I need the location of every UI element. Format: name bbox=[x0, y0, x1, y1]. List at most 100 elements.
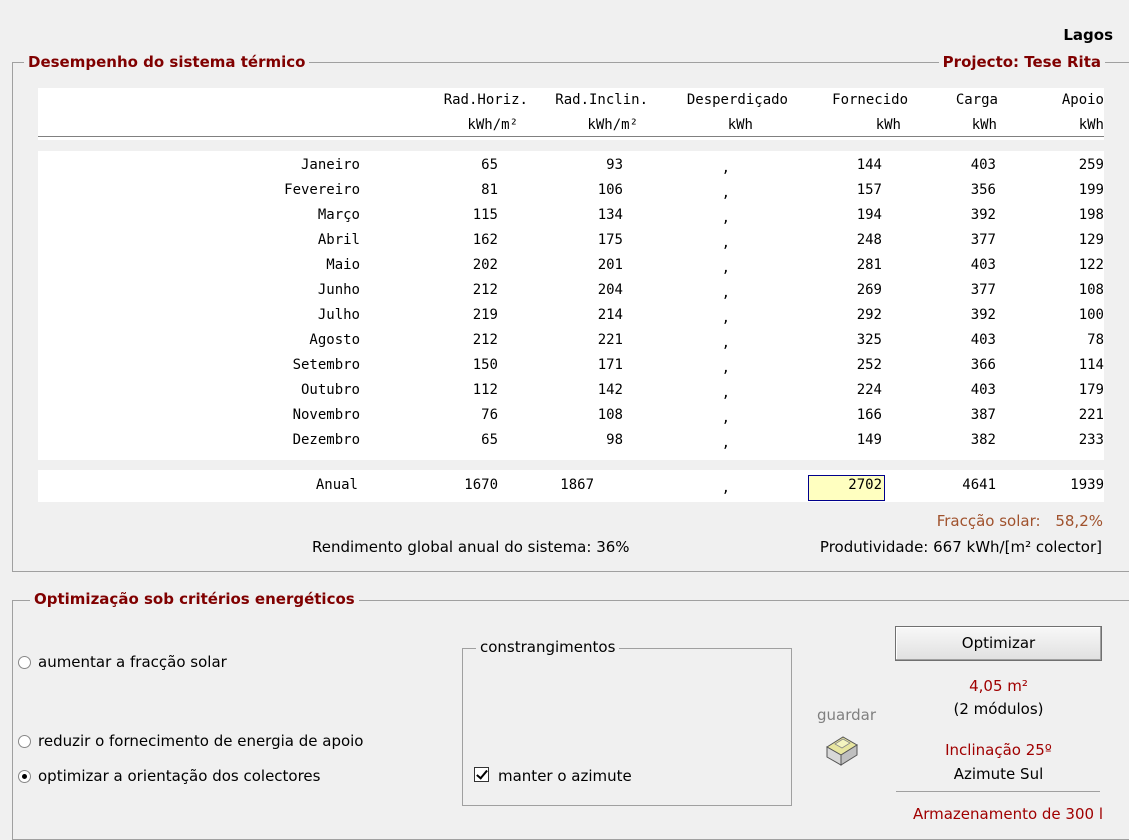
radio-reduce-backup[interactable] bbox=[18, 735, 31, 748]
cell-rad-inclin: 201 bbox=[597, 257, 623, 273]
save-label: guardar bbox=[817, 706, 877, 724]
cell-rad-inclin: 221 bbox=[597, 332, 623, 348]
unit-rad-horiz: kWh/m² bbox=[467, 117, 518, 133]
table-row: Dezembro 65 98, 149 382 233 bbox=[38, 430, 1104, 455]
option-optimize-orientation[interactable]: optimizar a orientação dos colectores bbox=[38, 767, 320, 785]
cell-wasted: , bbox=[721, 410, 730, 426]
cell-backup: 108 bbox=[1078, 282, 1104, 298]
radio-optimize-orientation[interactable] bbox=[18, 770, 31, 783]
month-label: Dezembro bbox=[292, 432, 360, 448]
table-row: Novembro 76 108, 166 387 221 bbox=[38, 405, 1104, 430]
table-row: Fevereiro 81 106, 157 356 199 bbox=[38, 180, 1104, 205]
performance-title: Desempenho do sistema térmico bbox=[24, 53, 310, 71]
cell-wasted: , bbox=[721, 360, 730, 376]
optimization-title: Optimização sob critérios energéticos bbox=[30, 590, 359, 608]
table-row: Junho 212 204, 269 377 108 bbox=[38, 280, 1104, 305]
cell-rad-horiz: 81 bbox=[481, 182, 498, 198]
cell-supplied: 166 bbox=[856, 407, 882, 423]
month-label: Outubro bbox=[300, 382, 360, 398]
azimuth: Azimute Sul bbox=[953, 765, 1044, 783]
cell-backup: 221 bbox=[1078, 407, 1104, 423]
annual-label: Anual bbox=[315, 477, 358, 493]
cell-backup: 100 bbox=[1078, 307, 1104, 323]
cell-wasted: , bbox=[721, 285, 730, 301]
cell-backup: 259 bbox=[1078, 157, 1104, 173]
cell-rad-inclin: 98 bbox=[606, 432, 623, 448]
cell-backup: 78 bbox=[1087, 332, 1104, 348]
monthly-table: Janeiro 65 93, 144 403 259 Fevereiro 81 106, 157 3… bbox=[38, 151, 1104, 460]
cell-rad-horiz: 65 bbox=[481, 432, 498, 448]
keep-azimuth-label[interactable]: manter o azimute bbox=[498, 767, 632, 785]
cell-rad-horiz: 202 bbox=[472, 257, 498, 273]
cell-wasted: , bbox=[721, 335, 730, 351]
cell-rad-inclin: 93 bbox=[606, 157, 623, 173]
cell-wasted: , bbox=[721, 235, 730, 251]
productivity: Produtividade: 667 kWh/[m² colector] bbox=[819, 538, 1102, 556]
cell-wasted: , bbox=[721, 310, 730, 326]
cell-wasted: , bbox=[721, 385, 730, 401]
table-row: Março 115 134, 194 392 198 bbox=[38, 205, 1104, 230]
annual-backup: 1939 bbox=[1070, 477, 1104, 493]
month-label: Fevereiro bbox=[284, 182, 360, 198]
month-label: Setembro bbox=[292, 357, 360, 373]
month-label: Maio bbox=[326, 257, 360, 273]
project-name: Projecto: Tese Rita bbox=[938, 53, 1105, 71]
cell-supplied: 157 bbox=[856, 182, 882, 198]
cell-supplied: 325 bbox=[856, 332, 882, 348]
cell-backup: 114 bbox=[1078, 357, 1104, 373]
keep-azimuth-checkbox[interactable] bbox=[474, 767, 489, 782]
cell-supplied: 144 bbox=[856, 157, 882, 173]
cell-rad-inclin: 214 bbox=[597, 307, 623, 323]
cell-supplied: 224 bbox=[856, 382, 882, 398]
result-divider bbox=[896, 791, 1100, 792]
cell-supplied: 149 bbox=[856, 432, 882, 448]
cell-rad-inclin: 175 bbox=[597, 232, 623, 248]
location-label: Lagos bbox=[1063, 26, 1113, 44]
cell-rad-horiz: 112 bbox=[472, 382, 498, 398]
radio-increase-solar-fraction[interactable] bbox=[18, 656, 31, 669]
cell-rad-horiz: 212 bbox=[472, 282, 498, 298]
cell-wasted: , bbox=[721, 185, 730, 201]
solar-fraction: Fracção solar: 58,2% bbox=[937, 512, 1103, 530]
table-header: Rad.Horiz. Rad.Inclin. Desperdiçado Forn… bbox=[38, 88, 1104, 140]
table-row: Julho 219 214, 292 392 100 bbox=[38, 305, 1104, 330]
month-label: Agosto bbox=[309, 332, 360, 348]
optimize-button[interactable]: Optimizar bbox=[895, 626, 1102, 661]
cell-rad-horiz: 212 bbox=[472, 332, 498, 348]
table-row: Setembro 150 171, 252 366 114 bbox=[38, 355, 1104, 380]
module-count: (2 módulos) bbox=[953, 700, 1044, 718]
unit-rad-inclin: kWh/m² bbox=[587, 117, 638, 133]
cell-rad-horiz: 76 bbox=[481, 407, 498, 423]
col-header-rad-inclin: Rad.Inclin. bbox=[555, 92, 648, 108]
cell-rad-inclin: 134 bbox=[597, 207, 623, 223]
cell-supplied: 269 bbox=[856, 282, 882, 298]
cell-backup: 199 bbox=[1078, 182, 1104, 198]
cell-wasted: , bbox=[721, 160, 730, 176]
annual-rad-inclin: 1867 bbox=[560, 477, 594, 493]
constraints-title: constrangimentos bbox=[476, 638, 620, 656]
cell-backup: 129 bbox=[1078, 232, 1104, 248]
month-label: Janeiro bbox=[300, 157, 360, 173]
option-reduce-backup[interactable]: reduzir o fornecimento de energia de apo… bbox=[38, 732, 364, 750]
storage: Armazenamento de 300 l bbox=[912, 805, 1103, 823]
cell-backup: 233 bbox=[1078, 432, 1104, 448]
table-row: Abril 162 175, 248 377 129 bbox=[38, 230, 1104, 255]
option-increase-solar-fraction[interactable]: aumentar a fracção solar bbox=[38, 653, 227, 671]
collector-area: 4,05 m² bbox=[969, 677, 1028, 695]
cell-rad-horiz: 162 bbox=[472, 232, 498, 248]
table-row: Janeiro 65 93, 144 403 259 bbox=[38, 155, 1104, 180]
cell-rad-inclin: 171 bbox=[597, 357, 623, 373]
cell-supplied: 194 bbox=[856, 207, 882, 223]
unit-apoio: kWh bbox=[1078, 117, 1104, 133]
cell-backup: 122 bbox=[1078, 257, 1104, 273]
month-label: Novembro bbox=[292, 407, 360, 423]
cell-backup: 179 bbox=[1078, 382, 1104, 398]
solar-fraction-value: 58,2% bbox=[1055, 512, 1103, 530]
cell-supplied: 281 bbox=[856, 257, 882, 273]
save-disk-icon[interactable] bbox=[823, 733, 861, 767]
unit-desperdicado: kWh bbox=[727, 117, 753, 133]
cell-rad-horiz: 115 bbox=[472, 207, 498, 223]
cell-rad-horiz: 65 bbox=[481, 157, 498, 173]
cell-supplied: 248 bbox=[856, 232, 882, 248]
cell-supplied: 252 bbox=[856, 357, 882, 373]
